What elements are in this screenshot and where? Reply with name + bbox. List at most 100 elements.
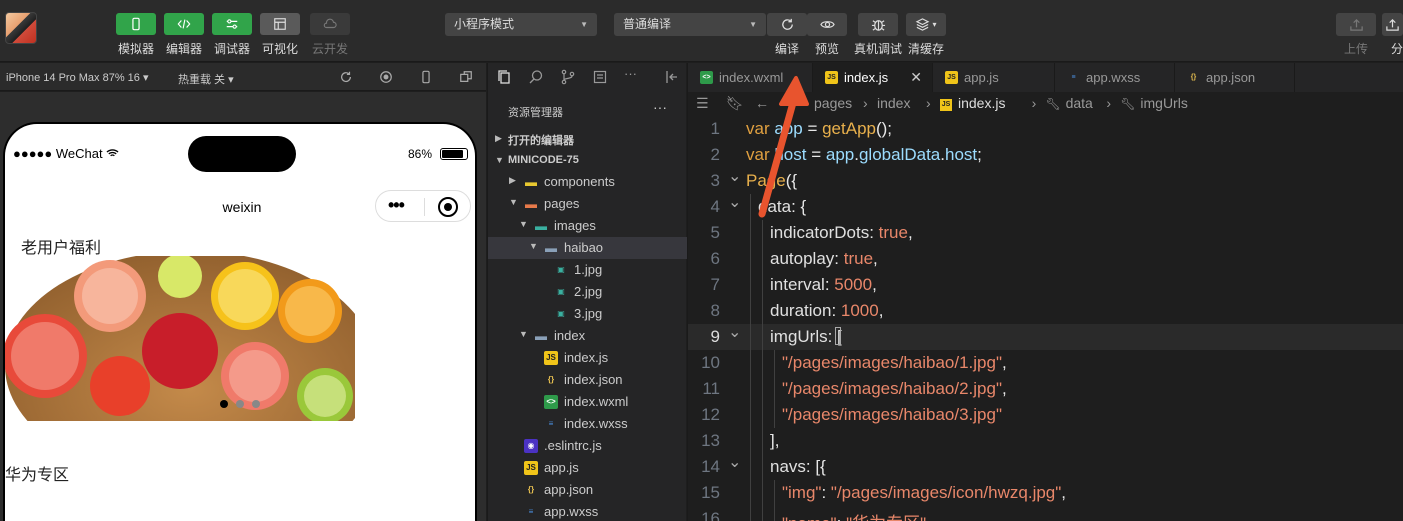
code-token: app [825,145,855,164]
file-item[interactable]: ▣ 3.jpg [488,303,687,325]
file-item[interactable]: ▣ 2.jpg [488,281,687,303]
code-token: ({ [785,171,798,190]
chevron-down-icon[interactable]: ⌄ [728,452,741,472]
chevron-down-icon[interactable]: ⌄ [728,192,741,212]
file-item[interactable]: JS app.js [488,457,687,479]
battery-percent: 86% [408,147,433,161]
capsule-menu[interactable]: ••• [375,190,471,222]
back-arrow-icon[interactable]: ← [755,95,769,111]
toolbar-button-label: 云开发 [311,42,348,56]
refresh-icon [781,18,793,30]
bookmark-icon[interactable]: 🔖︎ [726,95,744,112]
file-name: app.js [544,460,579,475]
code-token: host [944,145,978,164]
chevron-down-icon[interactable]: ⌄ [728,166,741,186]
swiper-dot[interactable] [236,400,244,408]
explorer-more-icon[interactable]: ··· [653,99,667,115]
open-editors-section[interactable]: ▶ 打开的编辑器 [488,127,687,149]
code-line: 1 var app = getApp(); [688,116,1403,142]
files-icon[interactable] [496,69,512,85]
breadcrumb-item[interactable]: index [877,95,910,111]
more-dots-icon[interactable]: ••• [388,195,405,216]
mode-select[interactable]: 小程序模式 ▼ [445,13,597,36]
chevron-down-icon[interactable]: ⌄ [728,322,741,342]
file-item[interactable]: ◉ .eslintrc.js [488,435,687,457]
breadcrumb-separator: › [863,95,868,111]
toolbar-button-3[interactable] [260,13,300,35]
collapse-panel-icon[interactable] [664,69,680,85]
compile-select[interactable]: 普通编译 ▼ [614,13,766,36]
toolbar-button-0[interactable] [116,13,156,35]
file-item[interactable]: {} app.json [488,479,687,501]
line-number: 11 [702,379,720,398]
outline-icon[interactable]: ☰ [696,95,709,112]
code-line: 2 var host = app.globalData.host; [688,142,1403,168]
folder-item[interactable]: ▼ ▬ haibao [488,237,687,259]
phone-icon[interactable] [419,70,433,84]
tab-index-js[interactable]: JS index.js ✕ [813,63,933,92]
action-button-1[interactable] [807,13,847,36]
code-line: 9 ⌄ imgUrls: [ [688,324,1403,350]
right-action-button-0[interactable] [1336,13,1376,36]
wxss-file-icon: ≡ [1071,74,1076,81]
file-item[interactable]: ≡ index.wxss [488,413,687,435]
mode-select-value: 小程序模式 [454,17,515,31]
swiper-dot[interactable] [220,400,228,408]
code-area[interactable]: 1 var app = getApp(); 2 var host = app.glob… [688,116,1403,521]
code-line: 11 "/pages/images/haibao/2.jpg", [688,376,1403,402]
folder-item[interactable]: ▼ ▬ index [488,325,687,347]
close-icon[interactable]: ✕ [910,69,922,86]
folder-item[interactable]: ▼ ▬ images [488,215,687,237]
popout-icon[interactable] [459,70,473,84]
breadcrumb-item[interactable]: data [1066,95,1093,111]
code-token: duration [770,301,832,320]
code-token: : [824,275,835,294]
line-number: 5 [710,223,720,242]
device-select[interactable]: iPhone 14 Pro Max 87% 16 ▾ [6,71,149,84]
tab-app-wxss[interactable]: ≡ app.wxss [1055,63,1175,92]
code-token: : { [791,197,807,216]
breadcrumb-item[interactable]: pages [814,95,852,111]
file-item[interactable]: ≡ app.wxss [488,501,687,521]
code-token: host [774,145,807,164]
debug-icon[interactable] [592,69,608,85]
folder-item[interactable]: ▼ ▬ pages [488,193,687,215]
file-item[interactable]: ▣ 1.jpg [488,259,687,281]
code-token: : [831,301,841,320]
tab-app-js[interactable]: JS app.js [933,63,1055,92]
layers-icon [916,18,930,31]
hot-reload-toggle[interactable]: 热重载 关 ▾ [178,71,234,87]
banner-image[interactable] [5,256,355,421]
rotate-icon[interactable] [339,70,353,84]
code-token: 1000 [840,301,879,320]
more-icon[interactable]: ··· [624,66,640,82]
file-item[interactable]: {} index.json [488,369,687,391]
breadcrumb-item[interactable]: index.js [958,95,1005,111]
search-icon[interactable] [528,69,544,85]
action-button-0[interactable] [767,13,807,36]
swiper-indicator[interactable] [220,400,260,408]
tab-index-wxml[interactable]: <> index.wxml [688,63,813,92]
file-name: components [544,174,615,189]
swiper-dot[interactable] [252,400,260,408]
breadcrumb-item[interactable]: imgUrls [1140,95,1187,111]
close-miniprogram-icon[interactable] [438,197,458,217]
tab-app-json[interactable]: {} app.json [1175,63,1295,92]
code-token: "/pages/images/icon/hwzq.jpg" [830,483,1062,502]
image-file-icon: ▣ [557,287,565,296]
record-icon[interactable] [379,70,393,84]
file-item[interactable]: JS index.js [488,347,687,369]
toolbar-button-2[interactable] [212,13,252,35]
action-button-3[interactable]: ▾ [906,13,946,36]
wifi-icon [106,149,119,157]
folder-item[interactable]: ▶ ▬ components [488,171,687,193]
toolbar-button-1[interactable] [164,13,204,35]
action-button-2[interactable] [858,13,898,36]
project-section[interactable]: ▼ MINICODE-75 [488,149,687,171]
right-action-button-1[interactable] [1382,13,1403,36]
battery-level [442,150,463,158]
user-avatar[interactable] [5,12,37,44]
file-item[interactable]: <> index.wxml [488,391,687,413]
source-control-icon[interactable] [560,69,576,85]
code-text: ], [770,431,779,451]
